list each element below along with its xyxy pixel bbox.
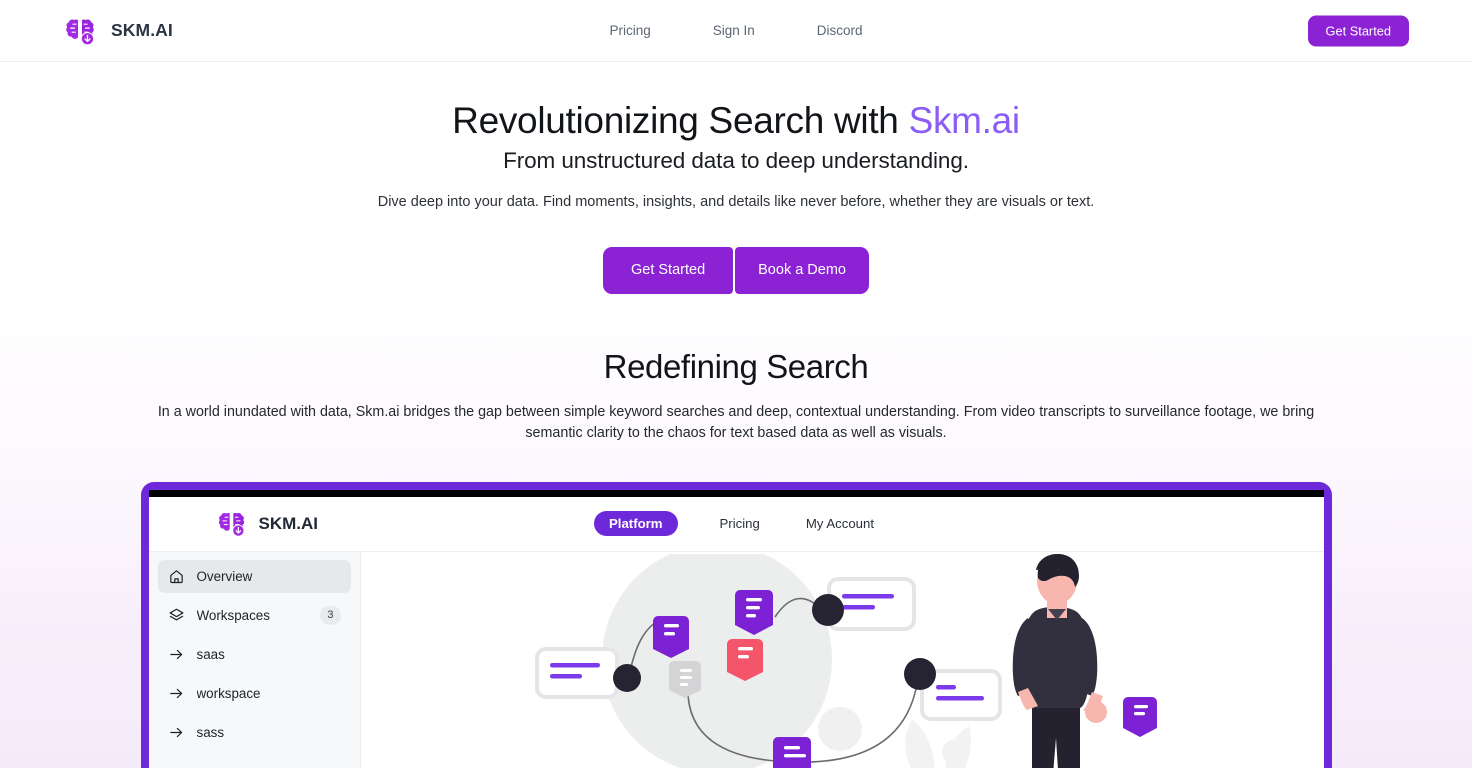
- app-body: Overview Workspaces 3 saas workspace sas…: [148, 551, 1324, 768]
- app-preview-screen: SKM.AI Platform Pricing My Account Overv…: [148, 489, 1324, 768]
- sidebar-label-workspace: workspace: [196, 685, 261, 701]
- hero-subtitle: From unstructured data to deep understan…: [503, 147, 969, 173]
- hero-title-main: Revolutionizing Search with: [452, 100, 909, 141]
- brain-download-icon: [215, 507, 248, 540]
- arrow-right-icon: [168, 685, 185, 702]
- site-header: SKM.AI Pricing Sign In Discord Get Start…: [0, 0, 1472, 62]
- section-description: In a world inundated with data, Skm.ai b…: [157, 403, 1315, 441]
- app-canvas: [360, 551, 1324, 768]
- sidebar-item-saas[interactable]: saas: [158, 638, 351, 671]
- home-icon: [168, 568, 185, 585]
- app-brand-logo[interactable]: SKM.AI: [215, 507, 319, 540]
- section-heading: Redefining Search: [603, 347, 869, 385]
- app-tab-pricing[interactable]: Pricing: [716, 511, 764, 536]
- brand-logo[interactable]: SKM.AI: [62, 13, 173, 49]
- hero-lede: Dive deep into your data. Find moments, …: [377, 193, 1095, 210]
- hero-book-demo-button[interactable]: Book a Demo: [735, 246, 869, 294]
- app-preview-wrapper: SKM.AI Platform Pricing My Account Overv…: [0, 481, 1472, 768]
- arrow-right-icon: [168, 646, 185, 663]
- sidebar-item-workspace[interactable]: workspace: [158, 677, 351, 710]
- nav-link-sign-in[interactable]: Sign In: [713, 23, 755, 38]
- nav-link-discord[interactable]: Discord: [817, 23, 863, 38]
- redefining-search-section: Redefining Search In a world inundated w…: [0, 294, 1472, 444]
- sidebar-label-workspaces: Workspaces: [196, 607, 270, 623]
- hero-section: Revolutionizing Search with Skm.ai From …: [0, 62, 1472, 294]
- header-get-started-button[interactable]: Get Started: [1307, 15, 1409, 46]
- hero-title-accent: Skm.ai: [908, 100, 1021, 141]
- nav-link-pricing[interactable]: Pricing: [609, 23, 650, 38]
- sidebar-badge-workspaces: 3: [320, 606, 341, 625]
- sidebar-item-overview[interactable]: Overview: [157, 559, 351, 593]
- arrow-right-icon: [168, 724, 185, 741]
- sidebar-label-overview: Overview: [196, 568, 253, 584]
- semantic-search-network-illustration: [492, 552, 1192, 768]
- preview-top-strip: [148, 489, 1324, 497]
- app-tab-platform[interactable]: Platform: [594, 511, 678, 537]
- hero-get-started-button[interactable]: Get Started: [602, 246, 734, 294]
- sidebar-item-workspaces[interactable]: Workspaces 3: [158, 599, 351, 632]
- sidebar-label-saas: saas: [196, 646, 225, 662]
- app-header: SKM.AI Platform Pricing My Account: [148, 496, 1324, 552]
- app-preview-frame: SKM.AI Platform Pricing My Account Overv…: [140, 481, 1332, 768]
- sidebar-item-sass[interactable]: sass: [158, 716, 351, 749]
- app-sidebar: Overview Workspaces 3 saas workspace sas…: [148, 551, 361, 768]
- sidebar-label-sass: sass: [196, 724, 225, 740]
- hero-title: Revolutionizing Search with Skm.ai: [0, 99, 1472, 143]
- hero-actions: Get Started Book a Demo: [0, 246, 1472, 294]
- brain-download-icon: [62, 13, 98, 49]
- page-root: SKM.AI Pricing Sign In Discord Get Start…: [0, 0, 1472, 768]
- layers-icon: [168, 607, 185, 624]
- app-navigation: Platform Pricing My Account: [594, 511, 878, 537]
- primary-navigation: Pricing Sign In Discord: [609, 23, 862, 38]
- brand-name: SKM.AI: [111, 20, 173, 40]
- app-brand-name: SKM.AI: [258, 513, 319, 533]
- app-tab-my-account[interactable]: My Account: [802, 511, 878, 536]
